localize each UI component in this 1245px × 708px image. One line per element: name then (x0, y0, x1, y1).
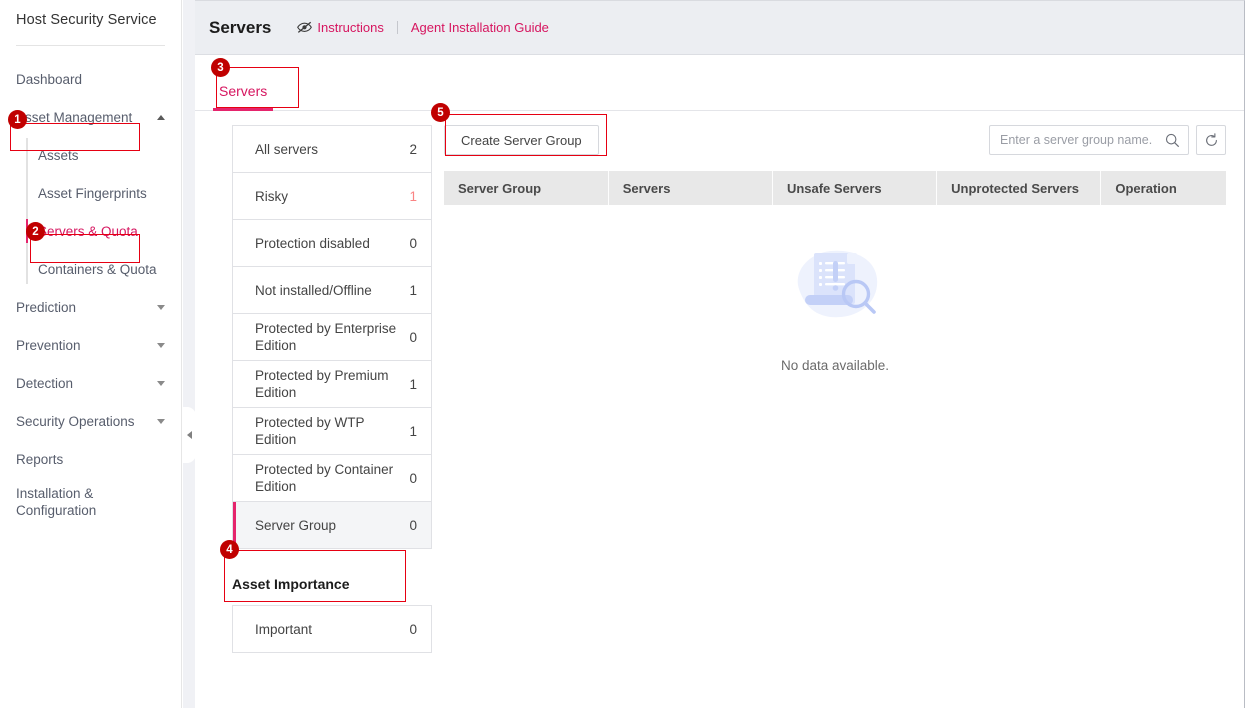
sidebar-item-label: Installation & Configuration (16, 486, 97, 518)
search-icon[interactable] (1165, 133, 1180, 148)
tab-bar: Servers (195, 67, 1244, 111)
filter-item-protected-enterprise-edition[interactable]: Protected by Enterprise Edition 0 (233, 314, 431, 361)
filter-label: Not installed/Offline (255, 282, 372, 298)
filter-label: Protected by Container Edition (255, 462, 394, 494)
filter-label: All servers (255, 141, 319, 157)
filter-item-protected-container-edition[interactable]: Protected by Container Edition 0 (233, 455, 431, 502)
chevron-down-icon (157, 342, 165, 348)
filter-label: Protected by WTP Edition (255, 415, 365, 447)
filter-count: 1 (409, 376, 417, 392)
sidebar-item-dashboard[interactable]: Dashboard (0, 60, 181, 98)
callout-badge-5: 5 (431, 103, 450, 122)
callout-box-5 (445, 114, 607, 156)
filter-count: 0 (409, 329, 417, 345)
asset-importance-list: Important 0 (232, 605, 432, 653)
filter-count: 0 (409, 517, 417, 533)
asset-management-subnav: Assets Asset Fingerprints Servers & Quot… (0, 136, 181, 288)
filter-item-risky[interactable]: Risky 1 (233, 173, 431, 220)
sidebar-item-prediction[interactable]: Prediction (0, 288, 181, 326)
column-header-server-group[interactable]: Server Group (444, 171, 609, 205)
no-data-illustration (797, 250, 877, 318)
sidebar-collapse-handle[interactable] (182, 407, 196, 463)
primary-nav: Dashboard Asset Management Assets Asset … (0, 46, 181, 526)
data-column: Create Server Group Enter a server group… (432, 111, 1244, 653)
search-input[interactable] (1000, 133, 1165, 147)
chevron-up-icon (157, 114, 165, 120)
sidebar-item-prevention[interactable]: Prevention (0, 326, 181, 364)
callout-box-3 (216, 67, 299, 108)
agent-guide-label: Agent Installation Guide (410, 20, 549, 35)
sidebar-scroll-gutter[interactable] (183, 0, 195, 708)
sidebar-item-installation-configuration[interactable]: Installation & Configuration (0, 478, 181, 526)
table-header-row: Server Group Servers Unsafe Servers Unpr… (444, 171, 1226, 205)
column-header-servers[interactable]: Servers (608, 171, 773, 205)
filter-item-important[interactable]: Important 0 (233, 606, 431, 653)
filter-item-protected-wtp-edition[interactable]: Protected by WTP Edition 1 (233, 408, 431, 455)
filter-label: Protected by Enterprise Edition (255, 321, 397, 353)
filter-item-protected-premium-edition[interactable]: Protected by Premium Edition 1 (233, 361, 431, 408)
instructions-label: Instructions (317, 20, 384, 35)
sidebar-item-label: Security Operations (16, 413, 135, 429)
sidebar-item-reports[interactable]: Reports (0, 440, 181, 478)
hss-console-screenshot: Host Security Service Dashboard Asset Ma… (0, 0, 1245, 708)
sidebar-subitem-label: Asset Fingerprints (38, 185, 147, 201)
toolbar-right-group (989, 125, 1226, 155)
page-header: Servers Instructions Agent Installation … (195, 1, 1244, 55)
callout-box-4 (224, 550, 406, 602)
filter-count: 2 (409, 141, 417, 157)
callout-box-1 (10, 123, 140, 151)
column-header-unprotected-servers[interactable]: Unprotected Servers (936, 171, 1102, 205)
column-header-operation[interactable]: Operation (1100, 171, 1226, 205)
filter-item-protection-disabled[interactable]: Protection disabled 0 (233, 220, 431, 267)
empty-state: No data available. (444, 205, 1226, 373)
sidebar-item-asset-fingerprints[interactable]: Asset Fingerprints (0, 174, 181, 212)
table-head: Server Group Servers Unsafe Servers Unpr… (444, 171, 1226, 205)
server-filter-list: All servers 2 Risky 1 Protection disable… (232, 125, 432, 549)
sidebar-subitem-label: Containers & Quota (38, 261, 157, 277)
filter-label: Important (255, 621, 313, 637)
page-title: Servers (209, 17, 272, 37)
chevron-down-icon (157, 418, 165, 424)
column-header-unsafe-servers[interactable]: Unsafe Servers (772, 171, 938, 205)
callout-badge-4: 4 (220, 540, 239, 559)
product-brand-title: Host Security Service (16, 12, 157, 28)
sidebar-item-label: Detection (16, 375, 74, 391)
callout-box-2 (30, 234, 140, 263)
filter-count: 0 (409, 621, 417, 637)
callout-badge-2: 2 (26, 222, 45, 241)
eye-slash-icon (297, 21, 313, 33)
agent-installation-guide-link[interactable]: Agent Installation Guide (411, 20, 549, 35)
refresh-button[interactable] (1196, 125, 1226, 155)
filter-count: 1 (409, 423, 417, 439)
filter-label: Risky (255, 188, 288, 204)
sidebar-item-label: Prevention (16, 337, 81, 353)
left-sidebar: Host Security Service Dashboard Asset Ma… (0, 0, 182, 708)
filter-item-not-installed-offline[interactable]: Not installed/Offline 1 (233, 267, 431, 314)
callout-badge-1: 1 (8, 110, 27, 129)
chevron-down-icon (157, 304, 165, 310)
filter-count: 0 (409, 470, 417, 486)
filter-label: Protection disabled (255, 235, 370, 251)
filter-item-server-group[interactable]: Server Group 0 (233, 502, 431, 549)
header-divider (396, 21, 398, 34)
filter-label: Server Group (255, 517, 337, 533)
instructions-link[interactable]: Instructions (297, 20, 384, 35)
sidebar-item-detection[interactable]: Detection (0, 364, 181, 402)
sidebar-item-security-operations[interactable]: Security Operations (0, 402, 181, 440)
filter-count: 0 (409, 235, 417, 251)
refresh-icon (1205, 132, 1217, 146)
empty-state-text: No data available. (780, 358, 890, 373)
sidebar-item-label: Prediction (16, 299, 77, 315)
filter-count: 1 (409, 282, 417, 298)
filter-item-all-servers[interactable]: All servers 2 (233, 126, 431, 173)
sidebar-item-label: Dashboard (16, 71, 83, 87)
callout-badge-3: 3 (211, 58, 230, 77)
filter-label: Protected by Premium Edition (255, 368, 389, 400)
chevron-left-icon (186, 431, 192, 439)
search-box[interactable] (989, 125, 1189, 155)
sidebar-item-label: Reports (16, 451, 64, 467)
filter-count: 1 (409, 188, 417, 204)
server-group-table: Server Group Servers Unsafe Servers Unpr… (444, 171, 1226, 205)
chevron-down-icon (157, 380, 165, 386)
